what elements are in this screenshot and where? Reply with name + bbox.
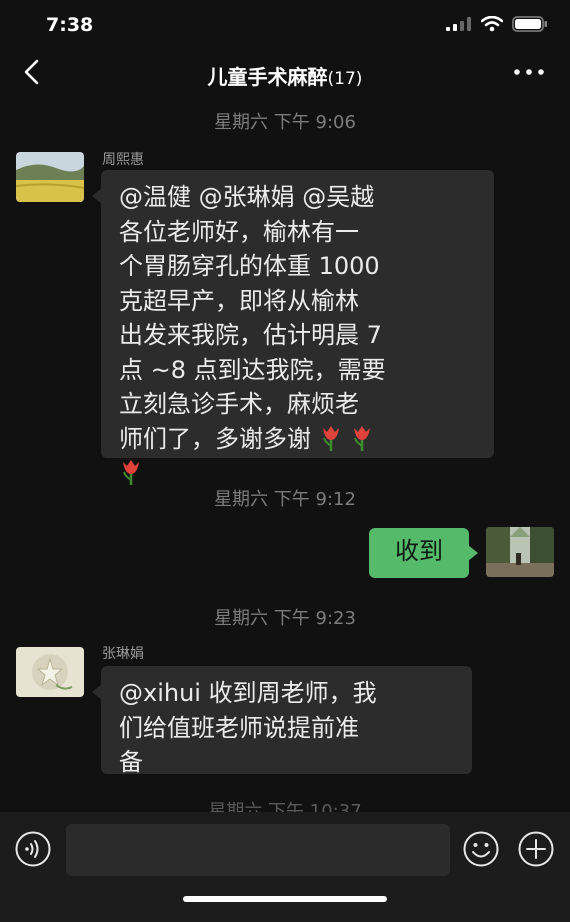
member-count: (17) <box>327 69 363 89</box>
message-bubble[interactable]: @温健 @张琳娟 @吴越 各位老师好，榆林有一 个胃肠穿孔的体重 1000 克超… <box>92 170 494 485</box>
add-icon[interactable] <box>517 830 555 868</box>
message-line: 各位老师好，榆林有一 <box>119 217 359 246</box>
wifi-icon <box>481 16 503 32</box>
battery-icon <box>512 16 547 32</box>
avatar-self[interactable] <box>486 527 554 577</box>
message-line: 克超早产，即将从榆林 <box>119 286 359 315</box>
chat-header: 儿童手术麻醉(17) <box>0 48 570 98</box>
group-name: 儿童手术麻醉 <box>207 65 328 89</box>
message-bubble[interactable]: @xihui 收到周老师，我 们给值班老师说提前准 备 <box>92 666 472 776</box>
more-icon[interactable] <box>512 60 546 84</box>
timestamp: 星期六 下午 10:37 <box>208 801 362 812</box>
chat-title: 儿童手术麻醉(17) <box>0 61 570 90</box>
sender-name: 周熙惠 <box>102 152 144 168</box>
input-bar <box>0 812 570 922</box>
status-icons <box>446 16 548 32</box>
tulip-emoji <box>322 425 339 451</box>
message-line: 立刻急诊手术，麻烦老 <box>119 390 359 418</box>
timestamp: 星期六 下午 9:23 <box>214 608 356 629</box>
message-input[interactable] <box>66 824 450 876</box>
signal-icon <box>446 17 471 31</box>
timestamp: 星期六 下午 9:12 <box>214 489 356 510</box>
tulip-emoji <box>354 425 371 451</box>
message-line: 点 ~8 点到达我院，需要 <box>119 355 386 384</box>
message-line: @温健 @张琳娟 @吴越 <box>119 183 375 211</box>
message-line: 师们了，多谢多谢 <box>119 424 311 453</box>
message-line: 们给值班老师说提前准 <box>119 713 359 742</box>
avatar[interactable] <box>16 152 84 202</box>
status-time: 7:38 <box>46 14 94 36</box>
status-bar: 7:38 <box>0 0 570 48</box>
message-line-with-emoji: 师们了，多谢多谢 <box>119 422 476 457</box>
voice-icon[interactable] <box>14 830 52 868</box>
message-bubble-outgoing[interactable]: 收到 <box>369 528 478 578</box>
tulip-emoji <box>123 460 139 485</box>
sender-name: 张琳娟 <box>102 646 144 662</box>
message-line: @xihui 收到周老师，我 <box>119 679 377 707</box>
message-text: 收到 <box>395 537 443 565</box>
home-indicator[interactable] <box>183 896 387 902</box>
timestamp: 星期六 下午 9:06 <box>214 112 356 133</box>
emoji-icon[interactable] <box>462 830 500 868</box>
message-line: 备 <box>119 748 143 776</box>
avatar[interactable] <box>16 647 84 697</box>
message-line: 出发来我院，估计明晨 7 <box>119 321 382 349</box>
message-line: 个胃肠穿孔的体重 1000 <box>119 252 380 280</box>
